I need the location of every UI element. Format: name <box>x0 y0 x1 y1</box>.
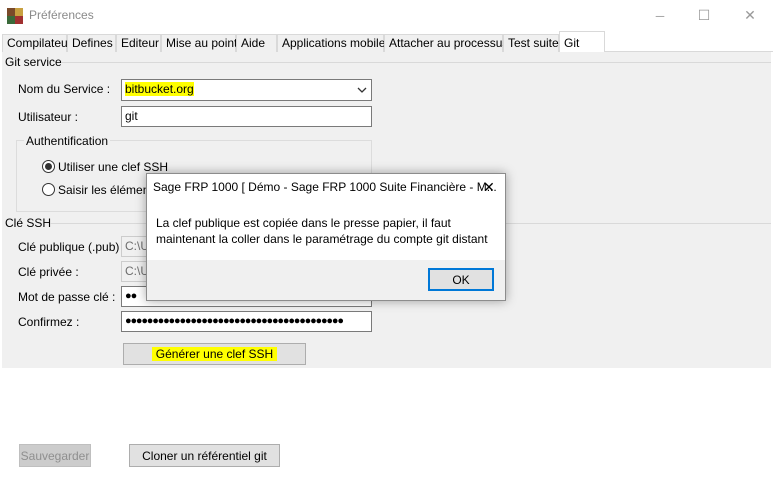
dialog-title-bar: Sage FRP 1000 [ Démo - Sage FRP 1000 Sui… <box>147 174 505 200</box>
tab-compilateur[interactable]: Compilateur <box>2 34 72 52</box>
window-title: Préférences <box>29 8 94 22</box>
dialog-close-button[interactable]: ✕ <box>477 177 501 197</box>
tab-mise-au-point[interactable]: Mise au point <box>161 34 237 52</box>
confirm-password-input[interactable]: ●●●●●●●●●●●●●●●●●●●●●●●●●●●●●●●●●●●●●●●● <box>121 311 372 332</box>
section-divider <box>62 62 771 63</box>
service-label: Nom du Service : <box>18 82 111 96</box>
clone-repository-button[interactable]: Cloner un référentiel git <box>129 444 280 467</box>
auth-group-label: Authentification <box>24 134 111 148</box>
credentials-radio-label[interactable]: Saisir les éléments <box>58 183 159 197</box>
tab-git[interactable]: Git <box>559 31 605 53</box>
tab-editeur[interactable]: Editeur <box>116 34 161 52</box>
tab-aide[interactable]: Aide <box>236 34 277 52</box>
ssh-section-label: Clé SSH <box>5 216 52 230</box>
user-label: Utilisateur : <box>18 110 79 124</box>
save-button[interactable]: Sauvegarder <box>19 444 91 467</box>
message-dialog: Sage FRP 1000 [ Démo - Sage FRP 1000 Sui… <box>146 173 506 301</box>
credentials-radio[interactable] <box>42 183 55 196</box>
ok-button[interactable]: OK <box>428 268 494 291</box>
private-key-label: Clé privée : <box>18 265 79 279</box>
dialog-message-line1: La clef publique est copiée dans le pres… <box>156 216 451 230</box>
minimize-icon: ─ <box>655 8 665 23</box>
close-icon: ✕ <box>744 7 756 23</box>
password-label: Mot de passe clé : <box>18 290 116 304</box>
tab-applications-mobiles[interactable]: Applications mobiles <box>277 34 391 52</box>
confirm-label: Confirmez : <box>18 315 80 329</box>
ssh-key-radio[interactable] <box>42 160 55 173</box>
minimize-button[interactable]: ─ <box>637 0 683 31</box>
title-bar: Préférences ─ ☐ ✕ <box>0 0 773 31</box>
generate-ssh-key-label: Générer une clef SSH <box>151 347 278 361</box>
tab-defines[interactable]: Defines <box>67 34 116 52</box>
maximize-icon: ☐ <box>697 7 711 23</box>
close-button[interactable]: ✕ <box>727 0 773 31</box>
app-icon <box>7 8 23 24</box>
chevron-down-icon[interactable] <box>355 83 369 97</box>
tab-attacher-au-processus[interactable]: Attacher au processus <box>384 34 508 52</box>
git-service-section-label: Git service <box>5 55 62 69</box>
dialog-title: Sage FRP 1000 [ Démo - Sage FRP 1000 Sui… <box>153 180 497 194</box>
service-value: bitbucket.org <box>125 82 194 96</box>
public-key-label: Clé publique (.pub) : <box>18 240 127 254</box>
dialog-body: La clef publique est copiée dans le pres… <box>147 200 505 260</box>
ssh-key-radio-label[interactable]: Utiliser une clef SSH <box>58 160 168 174</box>
service-select[interactable]: bitbucket.org <box>121 79 372 101</box>
user-input[interactable]: git <box>121 106 372 127</box>
dialog-message-line2: maintenant la coller dans le paramétrage… <box>156 232 488 246</box>
close-icon: ✕ <box>483 178 495 195</box>
tab-test-suite[interactable]: Test suite <box>503 34 559 52</box>
maximize-button[interactable]: ☐ <box>681 0 727 31</box>
generate-ssh-key-button[interactable]: Générer une clef SSH <box>123 343 306 365</box>
